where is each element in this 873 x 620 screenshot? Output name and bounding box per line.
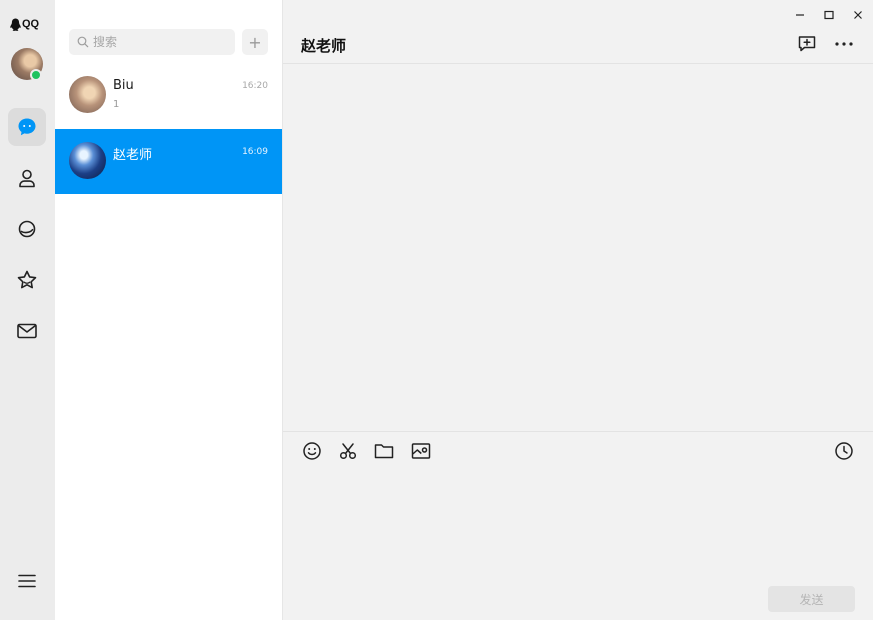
conversation-item-zhao[interactable]: 赵老师 16:09 [55, 129, 282, 194]
nav-contacts[interactable] [8, 159, 46, 197]
message-area[interactable] [283, 64, 873, 431]
maximize-icon [824, 10, 834, 20]
add-member-button[interactable] [795, 33, 819, 55]
maximize-button[interactable] [819, 6, 839, 24]
conversation-preview: 1 [113, 99, 120, 110]
conversation-list: + Biu 16:20 1 赵老师 16:09 [55, 0, 283, 620]
nav-mail[interactable] [8, 312, 46, 350]
avatar [69, 142, 106, 179]
more-dots-icon [835, 42, 853, 46]
conversation-time: 16:09 [242, 147, 268, 157]
chat-add-icon [798, 36, 816, 52]
hamburger-icon [18, 574, 36, 588]
scissors-icon [339, 443, 357, 460]
conversation-name: Biu [113, 78, 134, 93]
conversation-name: 赵老师 [113, 148, 153, 163]
star-icon [17, 270, 37, 289]
mail-icon [17, 323, 37, 339]
clock-icon [835, 442, 853, 460]
image-icon [411, 443, 431, 459]
nav-messages[interactable] [8, 108, 46, 146]
penguin-icon [10, 18, 21, 31]
chat-panel: 赵老师 发送 [283, 0, 873, 620]
search-icon [77, 36, 89, 48]
search-box[interactable] [69, 29, 235, 55]
brand-logo: QQ [10, 15, 39, 33]
brand-text: QQ [22, 18, 40, 30]
main-menu-button[interactable] [8, 562, 46, 600]
chat-bubble-icon [18, 118, 36, 136]
emoji-button[interactable] [301, 440, 323, 462]
more-button[interactable] [832, 33, 856, 55]
online-status-dot [30, 69, 42, 81]
chat-title: 赵老师 [301, 37, 347, 55]
send-button[interactable]: 发送 [768, 586, 855, 612]
composer-divider [283, 431, 873, 432]
close-button[interactable] [848, 6, 868, 24]
file-button[interactable] [373, 440, 395, 462]
close-icon [854, 11, 862, 19]
minimize-icon [796, 14, 804, 16]
nav-space[interactable] [8, 210, 46, 248]
conversation-item-biu[interactable]: Biu 16:20 1 [55, 63, 282, 128]
nav-rail: QQ [0, 0, 55, 620]
nav-favorites[interactable] [8, 261, 46, 299]
message-input[interactable] [301, 472, 856, 576]
person-icon [19, 169, 35, 188]
history-button[interactable] [833, 440, 855, 462]
avatar [69, 76, 106, 113]
planet-icon [18, 220, 36, 238]
minimize-button[interactable] [790, 6, 810, 24]
add-button[interactable]: + [242, 29, 268, 55]
conversation-time: 16:20 [242, 81, 268, 91]
search-input[interactable] [93, 35, 223, 49]
image-button[interactable] [410, 440, 432, 462]
folder-icon [374, 444, 394, 459]
screenshot-button[interactable] [337, 440, 359, 462]
emoji-icon [303, 442, 321, 460]
